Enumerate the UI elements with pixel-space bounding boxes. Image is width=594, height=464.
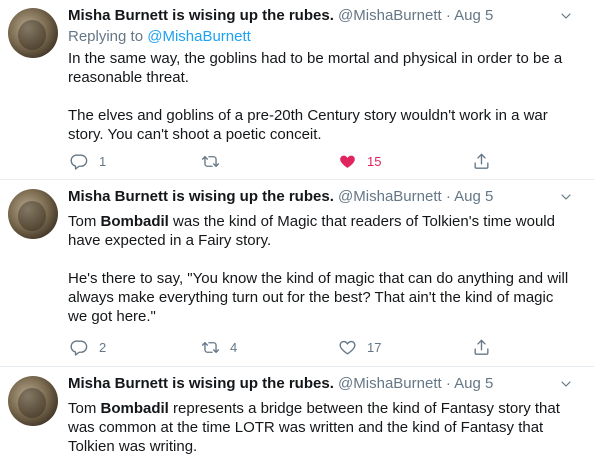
reply-icon <box>70 152 89 171</box>
separator-dot: · <box>445 375 451 392</box>
like-button[interactable]: 17 <box>338 336 381 358</box>
tweet-date[interactable]: Aug 5 <box>454 188 493 205</box>
tweet-header: Misha Burnett is wising up the rubes. @M… <box>68 188 558 206</box>
tweet-paragraph: He's there to say, "You know the kind of… <box>68 270 569 325</box>
retweet-icon <box>201 338 220 357</box>
highlighted-term: Bombadil <box>100 213 169 230</box>
tweet-paragraph: Tom Bombadil was the kind of Magic that … <box>68 212 573 250</box>
author-handle[interactable]: @MishaBurnett <box>338 7 442 24</box>
reply-count: 1 <box>99 153 107 169</box>
separator-dot: · <box>445 188 451 205</box>
separator-dot: · <box>445 7 451 24</box>
replying-to-mention[interactable]: @MishaBurnett <box>147 28 251 45</box>
heart-icon <box>338 152 357 171</box>
reply-button[interactable]: 1 <box>70 150 106 172</box>
author-name[interactable]: Misha Burnett is wising up the rubes. <box>68 375 334 392</box>
retweet-button[interactable] <box>201 150 230 172</box>
tweet-paragraph: Tom Bombadil represents a bridge between… <box>68 399 573 456</box>
reply-count: 2 <box>99 339 107 355</box>
tweet[interactable]: Misha Burnett is wising up the rubes. @M… <box>0 368 594 464</box>
like-count: 17 <box>367 339 382 355</box>
tweet[interactable]: Misha Burnett is wising up the rubes. @M… <box>0 0 594 180</box>
tweet-text: In the same way, the goblins had to be m… <box>68 49 573 144</box>
tweet-text: Tom Bombadil was the kind of Magic that … <box>68 212 573 326</box>
tweet-actions: 2 4 17 <box>68 336 498 358</box>
retweet-count: 4 <box>230 339 238 355</box>
tweet-paragraph: In the same way, the goblins had to be m… <box>68 50 563 86</box>
tweet-text: Tom Bombadil represents a bridge between… <box>68 399 573 456</box>
reply-icon <box>70 338 89 357</box>
heart-icon <box>338 338 357 357</box>
retweet-icon <box>201 152 220 171</box>
share-icon <box>472 338 491 357</box>
retweet-button[interactable]: 4 <box>201 336 237 358</box>
text-span: Tom <box>68 400 101 417</box>
avatar[interactable] <box>8 376 58 426</box>
avatar[interactable] <box>8 8 58 58</box>
share-button[interactable] <box>472 336 491 358</box>
like-count: 15 <box>367 153 382 169</box>
author-name[interactable]: Misha Burnett is wising up the rubes. <box>68 7 334 24</box>
avatar[interactable] <box>8 189 58 239</box>
tweet-actions: 1 15 <box>68 150 498 172</box>
share-icon <box>472 152 491 171</box>
tweet-header: Misha Burnett is wising up the rubes. @M… <box>68 375 558 393</box>
author-name[interactable]: Misha Burnett is wising up the rubes. <box>68 188 334 205</box>
tweet-date[interactable]: Aug 5 <box>454 375 493 392</box>
chevron-down-icon[interactable] <box>558 376 574 392</box>
reply-button[interactable]: 2 <box>70 336 106 358</box>
text-span: Tom <box>68 213 101 230</box>
like-button[interactable]: 15 <box>338 150 381 172</box>
tweet[interactable]: Misha Burnett is wising up the rubes. @M… <box>0 181 594 367</box>
replying-to-label: Replying to <box>68 28 144 45</box>
author-handle[interactable]: @MishaBurnett <box>338 188 442 205</box>
tweet-date[interactable]: Aug 5 <box>454 7 493 24</box>
highlighted-term: Bombadil <box>100 400 169 417</box>
chevron-down-icon[interactable] <box>558 189 574 205</box>
replying-to: Replying to @MishaBurnett <box>68 28 251 46</box>
share-button[interactable] <box>472 150 491 172</box>
tweet-paragraph: The elves and goblins of a pre-20th Cent… <box>68 107 548 143</box>
chevron-down-icon[interactable] <box>558 8 574 24</box>
author-handle[interactable]: @MishaBurnett <box>338 375 442 392</box>
tweet-header: Misha Burnett is wising up the rubes. @M… <box>68 7 558 25</box>
